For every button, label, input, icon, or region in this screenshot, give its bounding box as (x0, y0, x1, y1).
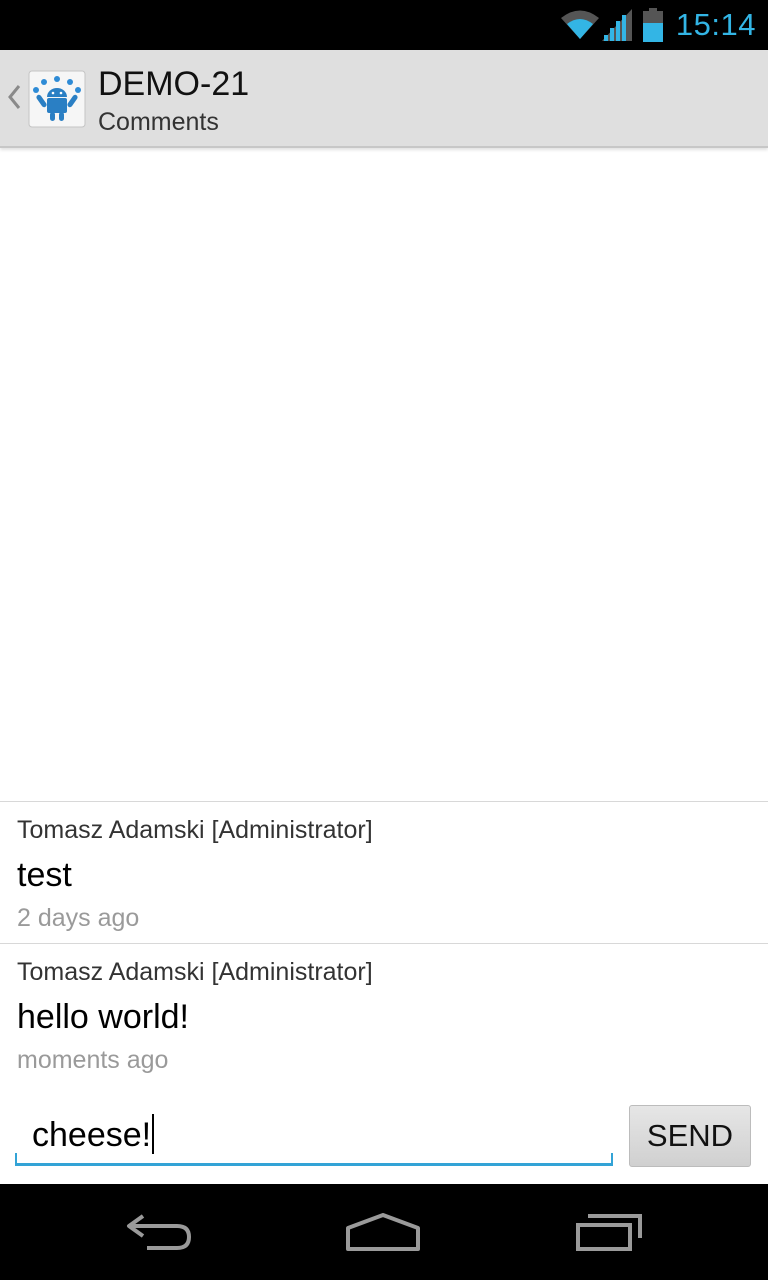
status-bar: 15:14 (0, 0, 768, 50)
comment-body: hello world! (17, 998, 189, 1036)
up-caret-icon (8, 85, 21, 109)
up-navigation-button[interactable] (0, 50, 90, 146)
recent-apps-icon (576, 1214, 642, 1251)
recent-apps-button[interactable] (534, 1184, 684, 1280)
page-title: DEMO-21 (98, 65, 250, 103)
comment-input-value: cheese! (32, 1116, 152, 1154)
comment-item[interactable]: Tomasz Adamski [Administrator] hello wor… (0, 943, 768, 1085)
comment-author: Tomasz Adamski [Administrator] (17, 958, 373, 986)
status-clock: 15:14 (675, 7, 756, 42)
page-subtitle: Comments (98, 108, 219, 136)
comment-body: test (17, 856, 72, 894)
comment-input-text: cheese! (32, 1114, 155, 1155)
android-app-icon (28, 70, 86, 128)
comment-timestamp: moments ago (17, 1046, 169, 1074)
signal-icon (601, 9, 632, 41)
comment-timestamp: 2 days ago (17, 904, 140, 932)
send-button[interactable]: SEND (629, 1105, 751, 1167)
comments-list: Tomasz Adamski [Administrator] test 2 da… (0, 801, 768, 1085)
comment-input[interactable]: cheese! (15, 1106, 613, 1166)
compose-bar: cheese! SEND (0, 1094, 768, 1184)
home-icon (346, 1213, 420, 1251)
text-cursor (152, 1114, 155, 1154)
back-icon (127, 1214, 192, 1250)
comment-author: Tomasz Adamski [Administrator] (17, 816, 373, 844)
battery-icon (642, 8, 663, 42)
home-button[interactable] (308, 1184, 458, 1280)
action-bar: DEMO-21 Comments (0, 50, 768, 148)
navigation-bar (0, 1184, 768, 1280)
back-button[interactable] (84, 1184, 234, 1280)
wifi-icon (560, 10, 599, 39)
status-icons: 15:14 (560, 0, 756, 50)
comment-item[interactable]: Tomasz Adamski [Administrator] test 2 da… (0, 801, 768, 943)
